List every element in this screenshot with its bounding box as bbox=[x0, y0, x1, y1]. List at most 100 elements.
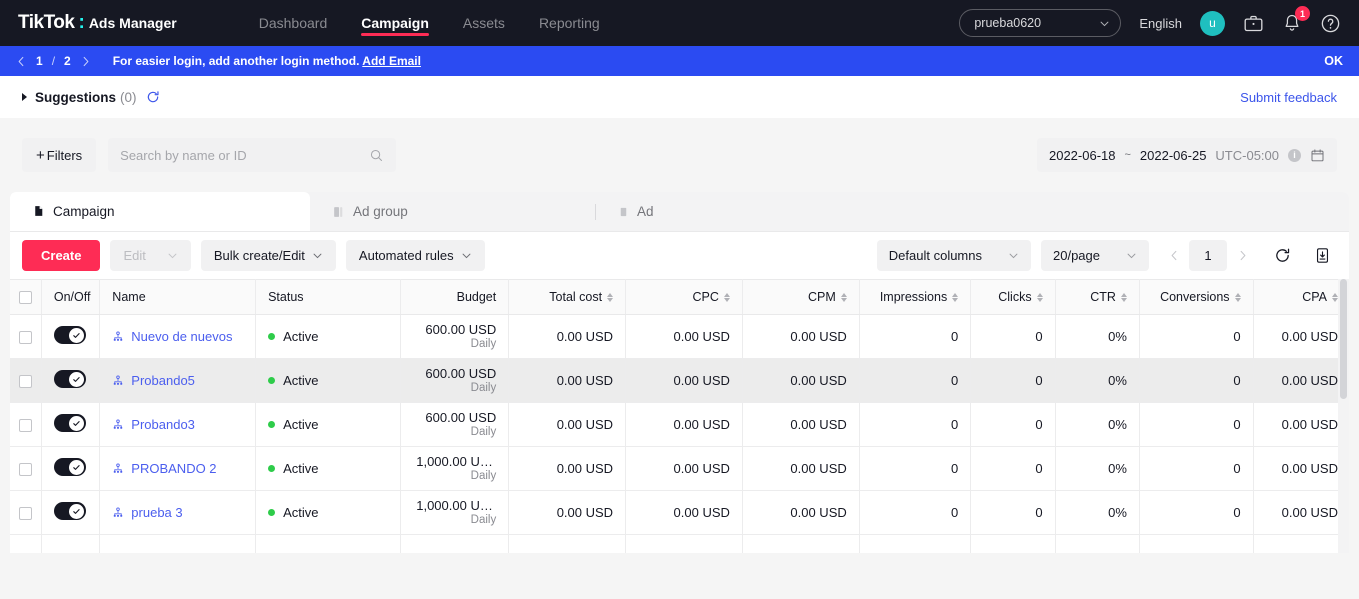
export-document-icon bbox=[1316, 248, 1328, 263]
table-row[interactable]: Nuevo de nuevos Active 600.00 USD Daily 0.00… bbox=[10, 314, 1349, 359]
row-budget-cell: 1,000.00 USD Daily bbox=[400, 446, 510, 491]
header-impressions[interactable]: Impressions bbox=[859, 279, 972, 315]
header-cpa[interactable]: CPA bbox=[1253, 279, 1349, 315]
filters-button[interactable]: + Filters bbox=[22, 138, 97, 172]
onoff-toggle[interactable] bbox=[53, 502, 86, 520]
sort-arrows-icon[interactable] bbox=[840, 292, 847, 302]
notifications-button[interactable]: 1 bbox=[1282, 6, 1310, 33]
onoff-toggle[interactable] bbox=[53, 414, 86, 432]
campaign-name-link[interactable]: Probando5 bbox=[131, 373, 195, 388]
automated-rules-label: Automated rules bbox=[358, 248, 454, 263]
nav-tab-assets[interactable]: Assets bbox=[463, 0, 505, 46]
search-box[interactable] bbox=[108, 138, 397, 172]
header-clicks[interactable]: Clicks bbox=[970, 279, 1056, 315]
info-icon[interactable]: i bbox=[1288, 148, 1301, 162]
campaign-name-link[interactable]: PROBANDO 2 bbox=[131, 461, 216, 476]
row-select-cell[interactable] bbox=[10, 314, 42, 359]
row-onoff-cell[interactable] bbox=[41, 446, 101, 491]
campaign-name-link[interactable]: Probando3 bbox=[131, 417, 195, 432]
page-next-button[interactable] bbox=[1227, 240, 1257, 271]
row-select-cell[interactable] bbox=[10, 402, 42, 447]
row-name-cell[interactable]: Nuevo de nuevos bbox=[99, 314, 257, 359]
onoff-toggle[interactable] bbox=[53, 326, 86, 344]
help-button[interactable] bbox=[1320, 13, 1341, 34]
row-name-cell[interactable]: Probando3 bbox=[99, 402, 257, 447]
row-checkbox[interactable] bbox=[18, 463, 32, 477]
table-row[interactable]: PROBANDO 2 Active 1,000.00 USD Daily 0.00 US… bbox=[10, 446, 1349, 491]
select-all-checkbox[interactable] bbox=[18, 291, 32, 305]
nav-tab-campaign[interactable]: Campaign bbox=[361, 0, 429, 46]
row-checkbox[interactable] bbox=[18, 375, 32, 389]
onoff-toggle[interactable] bbox=[53, 370, 86, 388]
row-name-cell[interactable]: prueba 3 bbox=[99, 490, 257, 535]
entity-tabs: Campaign Ad group Ad bbox=[10, 192, 1349, 232]
toolbox-button[interactable] bbox=[1243, 13, 1264, 34]
sort-arrows-icon[interactable] bbox=[1120, 292, 1127, 302]
header-cpm-label: CPM bbox=[807, 290, 836, 304]
page-prev-button[interactable] bbox=[1159, 240, 1189, 271]
submit-feedback-link[interactable]: Submit feedback bbox=[1240, 90, 1337, 105]
banner-ok-button[interactable]: OK bbox=[1324, 54, 1343, 68]
sort-arrows-icon[interactable] bbox=[723, 292, 730, 302]
avatar[interactable]: u bbox=[1200, 10, 1225, 36]
nav-tab-dashboard[interactable]: Dashboard bbox=[259, 0, 328, 46]
header-cpc[interactable]: CPC bbox=[625, 279, 743, 315]
table-row[interactable]: Probando3 Active 600.00 USD Daily 0.00 USD 0.… bbox=[10, 402, 1349, 447]
campaign-name-link[interactable]: prueba 3 bbox=[131, 505, 182, 520]
row-onoff-cell[interactable] bbox=[41, 358, 101, 403]
bulk-create-edit-button[interactable]: Bulk create/Edit bbox=[200, 240, 336, 271]
automated-rules-button[interactable]: Automated rules bbox=[345, 240, 485, 271]
banner-add-email-link[interactable]: Add Email bbox=[362, 54, 421, 68]
suggestions-refresh-button[interactable] bbox=[146, 90, 160, 104]
tab-adgroup[interactable]: Ad group bbox=[310, 192, 595, 231]
onoff-toggle[interactable] bbox=[53, 458, 86, 476]
language-selector[interactable]: English bbox=[1139, 16, 1182, 31]
table-row[interactable]: prueba 3 Active 1,000.00 USD Daily 0.00 USD 0… bbox=[10, 490, 1349, 535]
row-checkbox[interactable] bbox=[18, 419, 32, 433]
header-total-cost[interactable]: Total cost bbox=[508, 279, 627, 315]
row-checkbox[interactable] bbox=[18, 331, 32, 345]
sort-arrows-icon[interactable] bbox=[607, 292, 614, 302]
brand-colon: : bbox=[78, 12, 85, 33]
row-select-cell[interactable] bbox=[10, 358, 42, 403]
row-name-cell[interactable]: PROBANDO 2 bbox=[99, 446, 257, 491]
brand-name: TikTok bbox=[18, 12, 75, 33]
row-onoff-cell[interactable] bbox=[41, 402, 101, 447]
refresh-table-button[interactable] bbox=[1267, 241, 1297, 271]
header-ctr[interactable]: CTR bbox=[1055, 279, 1140, 315]
banner-prev-button[interactable] bbox=[16, 56, 27, 67]
table-row[interactable] bbox=[10, 534, 1349, 553]
brand-logo[interactable]: TikTok: Ads Manager bbox=[18, 12, 177, 34]
banner-next-button[interactable] bbox=[80, 56, 91, 67]
tab-ad[interactable]: Ad bbox=[596, 192, 676, 231]
date-range-picker[interactable]: 2022-06-18 ~ 2022-06-25 UTC-05:00 i bbox=[1036, 138, 1337, 172]
sort-arrows-icon[interactable] bbox=[1036, 292, 1043, 302]
sort-arrows-icon[interactable] bbox=[952, 292, 959, 302]
create-button[interactable]: Create bbox=[22, 240, 101, 271]
header-select-all[interactable] bbox=[10, 279, 42, 315]
header-cpm[interactable]: CPM bbox=[742, 279, 860, 315]
page-size-selector[interactable]: 20/page bbox=[1041, 240, 1149, 271]
nav-tab-reporting[interactable]: Reporting bbox=[539, 0, 600, 46]
row-onoff-cell[interactable] bbox=[41, 314, 101, 359]
search-input[interactable] bbox=[120, 147, 370, 163]
row-select-cell[interactable] bbox=[10, 490, 42, 535]
campaign-name-link[interactable]: Nuevo de nuevos bbox=[131, 329, 232, 344]
export-button[interactable] bbox=[1307, 241, 1337, 271]
header-conversions[interactable]: Conversions bbox=[1139, 279, 1254, 315]
row-name-cell[interactable]: Probando5 bbox=[99, 358, 257, 403]
sort-arrows-icon[interactable] bbox=[1234, 292, 1241, 302]
scrollbar-thumb[interactable] bbox=[1340, 279, 1347, 399]
suggestions-expand-caret-icon[interactable] bbox=[22, 93, 27, 101]
row-checkbox[interactable] bbox=[18, 507, 32, 521]
calendar-icon[interactable] bbox=[1310, 148, 1325, 163]
columns-selector[interactable]: Default columns bbox=[876, 240, 1031, 271]
table-row[interactable]: Probando5 Active 600.00 USD Daily 0.00 USD 0.… bbox=[10, 358, 1349, 403]
account-selector[interactable]: prueba0620 bbox=[959, 9, 1122, 37]
table-vertical-scrollbar[interactable] bbox=[1338, 279, 1349, 553]
tab-campaign[interactable]: Campaign bbox=[10, 192, 310, 231]
row-onoff-cell[interactable] bbox=[41, 490, 101, 535]
page-number[interactable]: 1 bbox=[1189, 240, 1227, 271]
row-select-cell[interactable] bbox=[10, 446, 42, 491]
search-icon[interactable] bbox=[369, 148, 384, 163]
